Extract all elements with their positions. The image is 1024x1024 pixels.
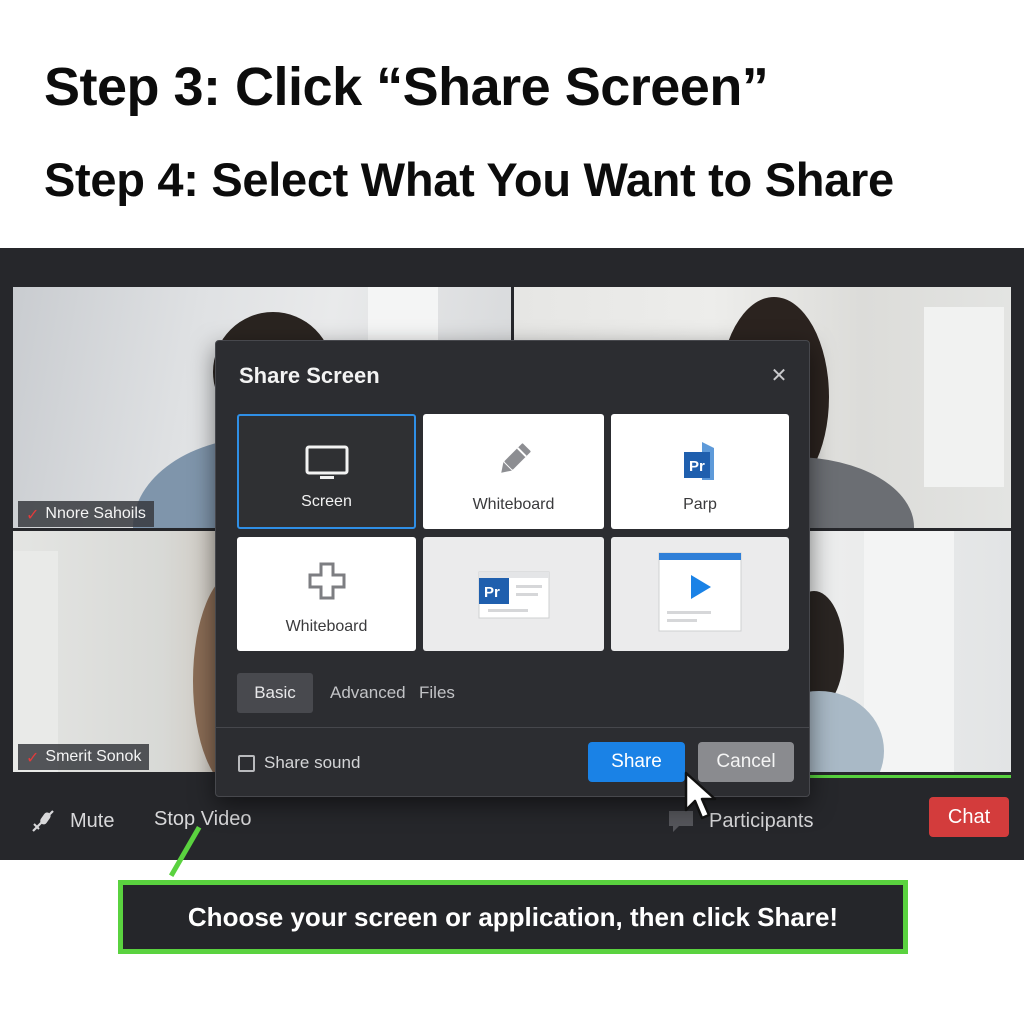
chat-button[interactable]: Chat — [929, 797, 1009, 837]
share-sound-checkbox[interactable] — [238, 754, 255, 772]
tab-files[interactable]: Files — [419, 673, 455, 713]
participant-name: Nnore Sahoils — [45, 505, 146, 522]
tab-basic[interactable]: Basic — [237, 673, 313, 713]
tab-advanced[interactable]: Advanced — [330, 673, 406, 713]
premiere-window-icon: Pr — [478, 571, 550, 626]
instruction-callout: Choose your screen or application, then … — [118, 880, 908, 954]
option-label: Parp — [683, 496, 717, 513]
microphone-muted-icon — [30, 808, 56, 834]
close-icon[interactable]: ✕ — [768, 363, 790, 387]
stop-video-label: Stop Video — [154, 808, 252, 830]
mic-muted-icon: ✓ — [26, 750, 40, 767]
plus-outline-icon — [307, 561, 347, 606]
share-option-app-premiere[interactable]: Pr — [423, 537, 604, 651]
share-option-whiteboard[interactable]: Whiteboard — [423, 414, 604, 529]
callout-text: Choose your screen or application, then … — [187, 901, 839, 932]
option-label: Screen — [301, 493, 352, 510]
premiere-pro-icon: Pr — [680, 440, 720, 489]
participant-name: Smerit Sonok — [45, 748, 142, 765]
share-sound-toggle[interactable]: Share sound — [238, 753, 360, 773]
share-option-screen[interactable]: Screen — [237, 414, 416, 529]
step-3-heading: Step 3: Click “Share Screen” — [44, 57, 769, 117]
meeting-controls-bar: Mute Stop Video Participants — [0, 800, 1024, 856]
svg-text:Pr: Pr — [689, 458, 705, 475]
active-speaker-border — [808, 775, 1011, 778]
video-player-window-icon — [657, 551, 743, 638]
participant-name-tag: ✓ Nnore Sahoils — [18, 501, 154, 527]
share-option-app-video[interactable] — [611, 537, 789, 651]
mute-button[interactable]: Mute — [30, 808, 114, 834]
participant-name-tag: ✓ Smerit Sonok — [18, 744, 150, 770]
monitor-icon — [304, 444, 350, 489]
mic-muted-icon: ✓ — [26, 507, 40, 524]
mouse-cursor-icon — [682, 770, 726, 829]
dialog-divider — [216, 727, 809, 728]
stop-video-button[interactable]: Stop Video — [154, 808, 252, 831]
share-sound-label: Share sound — [264, 753, 361, 772]
mute-label: Mute — [70, 809, 115, 832]
option-label: Whiteboard — [285, 618, 368, 635]
share-option-whiteboard-2[interactable]: Whiteboard — [237, 537, 416, 651]
share-screen-dialog: Share Screen ✕ Screen Whiteboard Pr Parp… — [215, 340, 810, 797]
step-4-heading: Step 4: Select What You Want to Share — [44, 153, 894, 206]
share-option-parp[interactable]: Pr Parp — [611, 414, 789, 529]
share-button[interactable]: Share — [588, 742, 685, 782]
dialog-title: Share Screen — [239, 363, 380, 388]
pencil-icon — [494, 440, 534, 485]
svg-text:Pr: Pr — [484, 584, 500, 601]
option-label: Whiteboard — [472, 496, 555, 513]
